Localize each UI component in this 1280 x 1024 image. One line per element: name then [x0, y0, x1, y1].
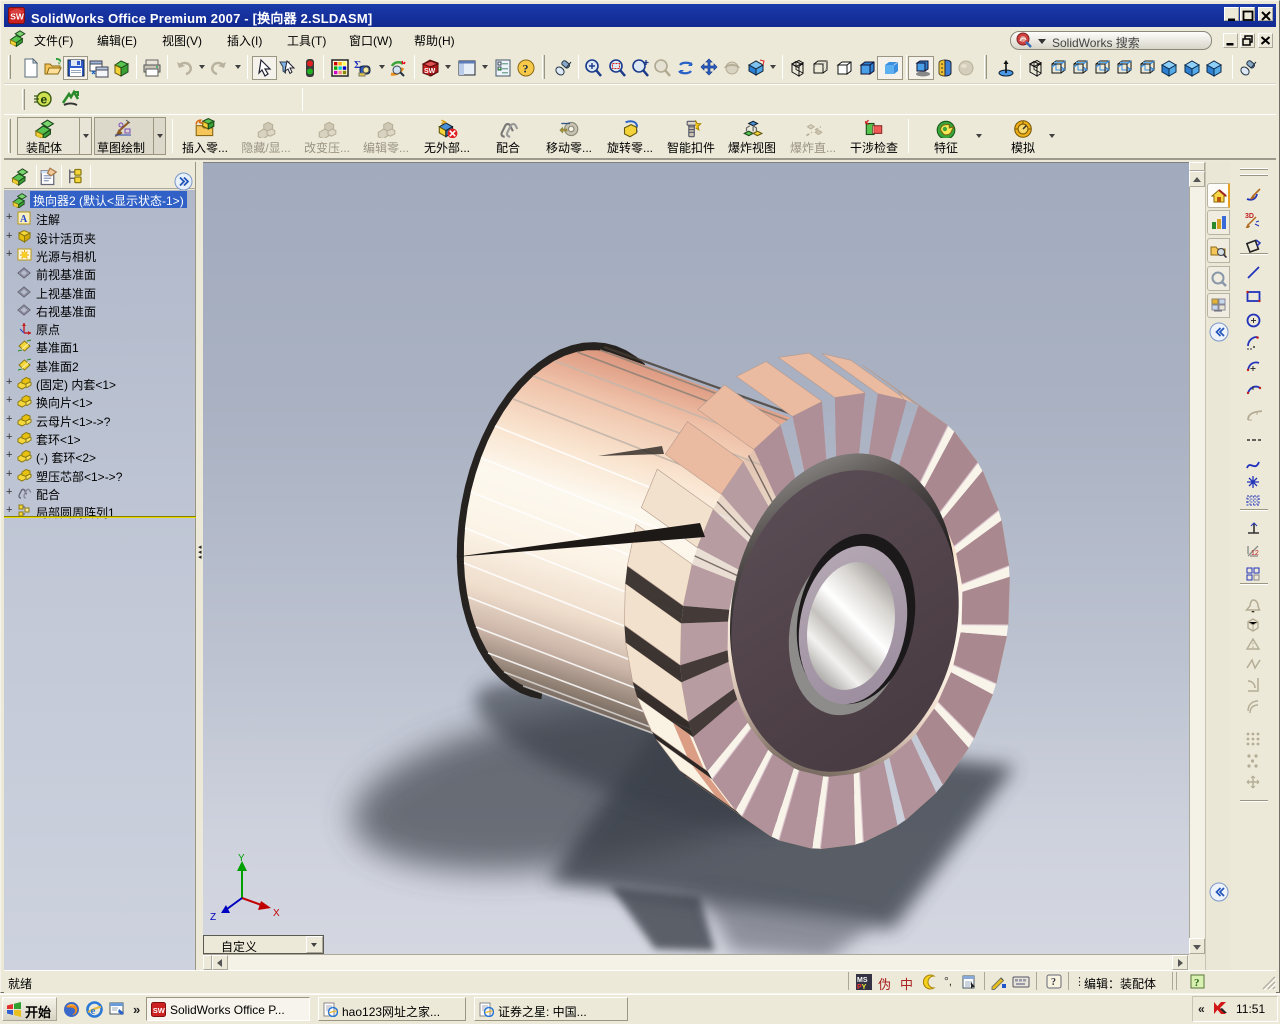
svg-text:SW: SW [10, 12, 25, 22]
svg-text:SW: SW [153, 1006, 166, 1015]
svg-text:?: ? [1051, 977, 1056, 988]
svg-text:12: 12 [1251, 550, 1259, 557]
svg-text:MS: MS [857, 977, 868, 984]
svg-text:X: X [273, 908, 280, 919]
svg-text:3D: 3D [1245, 213, 1254, 220]
svg-text:Y: Y [238, 853, 245, 864]
svg-text:Z: Z [210, 912, 216, 923]
svg-text:?: ? [523, 62, 529, 76]
svg-text:A: A [20, 214, 28, 225]
svg-text:?: ? [1194, 977, 1200, 989]
svg-text:e: e [91, 1005, 96, 1017]
svg-text:PY: PY [857, 984, 867, 990]
svg-text:SW: SW [424, 68, 436, 75]
svg-text:e: e [41, 93, 48, 107]
